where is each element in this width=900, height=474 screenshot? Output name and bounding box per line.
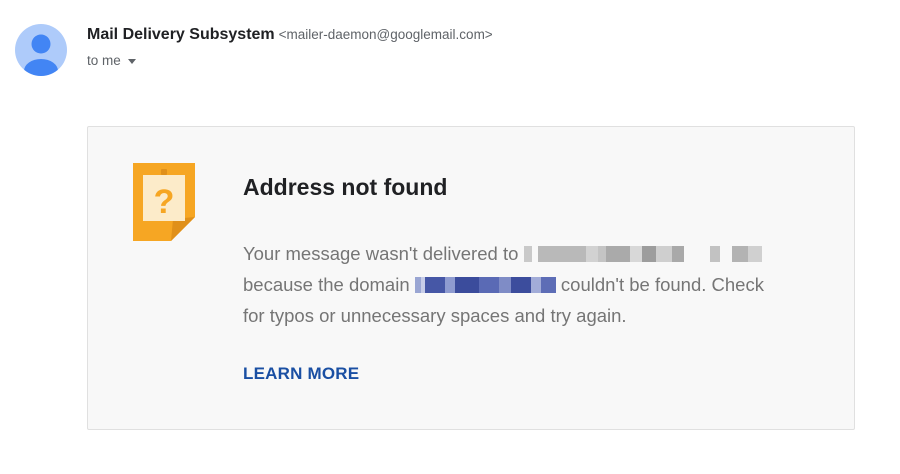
bounce-line-1: Your message wasn't delivered to — [243, 238, 823, 269]
bounce-line-3: for typos or unnecessary spaces and try … — [243, 305, 627, 326]
redacted-domain — [414, 276, 556, 293]
sender-line: Mail Delivery Subsystem <mailer-daemon@go… — [87, 26, 493, 44]
sender-email: <mailer-daemon@googlemail.com> — [278, 27, 493, 42]
recipient-label: to me — [87, 53, 121, 68]
caret-down-icon — [127, 59, 136, 64]
person-icon — [24, 34, 58, 76]
bounce-message: Your message wasn't delivered to because… — [243, 238, 823, 331]
bounce-card: ? Address not found Your message wasn't … — [87, 126, 855, 430]
bounce-line-2: because the domain couldn't be found. Ch… — [243, 269, 823, 300]
recipient-details-toggle[interactable]: to me — [87, 53, 136, 68]
question-note-icon: ? — [133, 163, 195, 241]
bounce-line-2-post: couldn't be found. Check — [560, 274, 764, 295]
bounce-title: Address not found — [243, 174, 448, 200]
learn-more-link[interactable]: LEARN MORE — [243, 364, 359, 384]
bounce-line-2-pre: because the domain — [243, 274, 410, 295]
svg-text:?: ? — [154, 183, 175, 221]
redacted-email-address — [523, 245, 762, 262]
bounce-line-1-text: Your message wasn't delivered to — [243, 243, 519, 264]
sender-name[interactable]: Mail Delivery Subsystem — [87, 26, 275, 43]
sender-avatar[interactable] — [15, 24, 67, 76]
